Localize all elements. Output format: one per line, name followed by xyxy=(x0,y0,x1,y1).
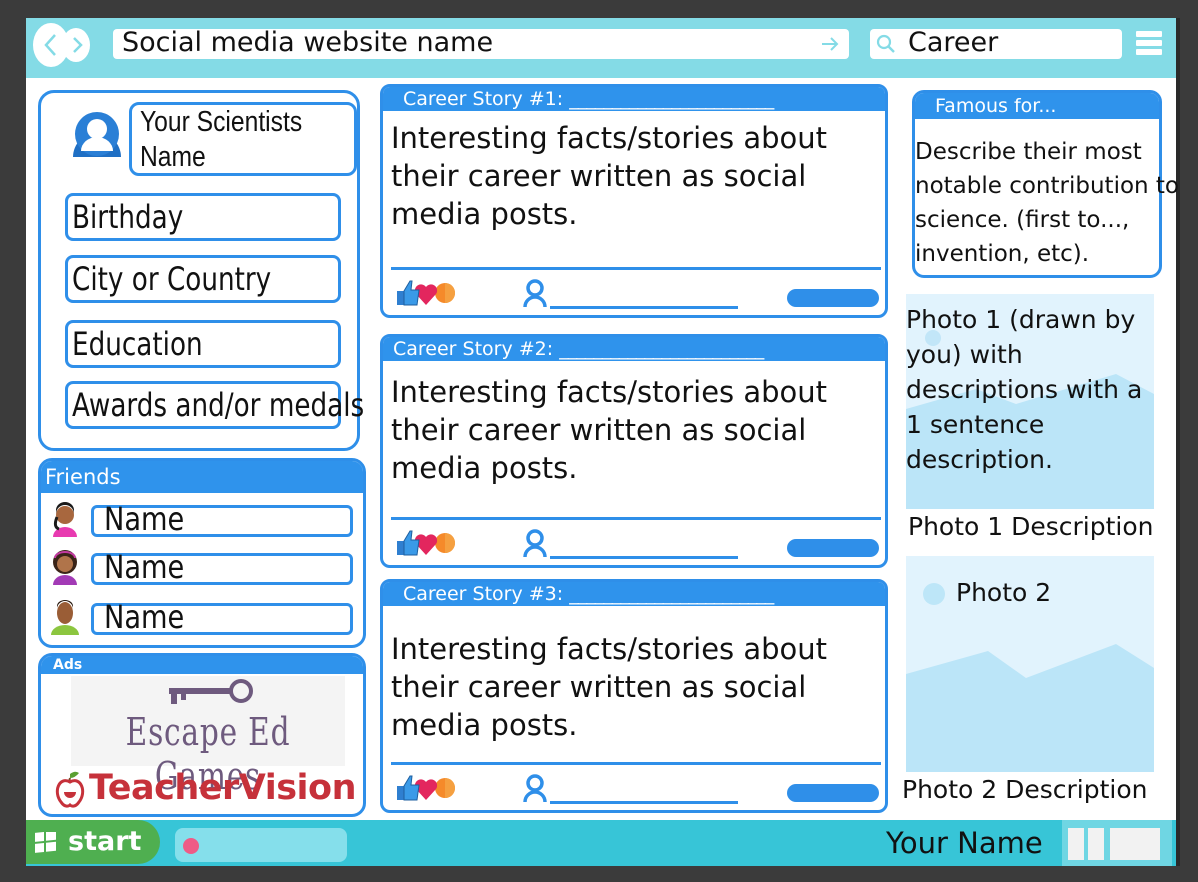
friend-avatar-icon xyxy=(53,550,77,585)
back-button[interactable] xyxy=(33,23,69,67)
scientist-name-text: Your Scientists Name xyxy=(140,106,303,173)
reactions-icon[interactable] xyxy=(395,772,457,802)
post-divider xyxy=(391,762,881,765)
photo-2-label: Photo 2 xyxy=(956,578,1052,607)
taskbar: start Your Name xyxy=(26,820,1176,866)
post-body: Interesting facts/stories about their ca… xyxy=(391,121,828,231)
photo-1-description[interactable]: Photo 1 Description xyxy=(908,512,1154,541)
city-country-field[interactable]: City or Country xyxy=(65,255,341,303)
post-title: Career Story #1: xyxy=(403,88,564,110)
career-story-post: Career Story #2: _______________________… xyxy=(380,334,888,568)
system-tray xyxy=(1062,820,1172,866)
chevron-left-icon xyxy=(44,34,56,56)
comment-line[interactable] xyxy=(550,306,738,309)
famous-for-title: Famous for... xyxy=(915,93,1159,119)
education-field[interactable]: Education xyxy=(65,320,341,368)
photo-2-description[interactable]: Photo 2 Description xyxy=(902,775,1148,804)
education-label: Education xyxy=(72,325,203,363)
post-action-button[interactable] xyxy=(787,539,879,557)
user-icon xyxy=(523,774,547,802)
start-button[interactable]: start xyxy=(26,820,160,864)
record-dot-icon xyxy=(183,838,199,854)
comment-line[interactable] xyxy=(550,801,738,804)
ads-title: Ads xyxy=(41,656,363,674)
scientist-name-field[interactable]: Your Scientists Name xyxy=(129,102,357,176)
friend-name-field[interactable]: Name xyxy=(91,548,353,586)
tray-icon[interactable] xyxy=(1088,828,1104,860)
famous-for-body[interactable]: Describe their most notable contribution… xyxy=(915,135,1185,271)
browser-toolbar: Social media website name Career xyxy=(26,18,1176,78)
comment-line[interactable] xyxy=(550,556,738,559)
tray-icon[interactable] xyxy=(1068,828,1084,860)
search-icon xyxy=(876,34,895,53)
apple-icon xyxy=(55,771,85,808)
friend-name-field[interactable]: Name xyxy=(91,500,353,538)
friend-avatar-icon xyxy=(53,502,77,537)
teachervision-logo: TeacherVision xyxy=(89,768,357,808)
taskbar-app-button[interactable] xyxy=(175,828,347,862)
career-story-post: Career Story #3: _______________________… xyxy=(380,579,888,813)
post-body: Interesting facts/stories about their ca… xyxy=(391,632,828,742)
reactions-icon[interactable] xyxy=(395,277,457,307)
post-title-blank[interactable]: ________________________ xyxy=(569,583,774,605)
post-title: Career Story #2: xyxy=(393,338,554,360)
birthday-label: Birthday xyxy=(72,198,184,236)
arrow-right-icon[interactable] xyxy=(817,31,843,57)
profile-panel: Your Scientists Name Birthday City or Co… xyxy=(38,90,364,451)
app-window: Social media website name Career Your Sc… xyxy=(26,18,1180,866)
famous-for-panel: Famous for... Describe their most notabl… xyxy=(912,90,1179,278)
post-divider xyxy=(391,517,881,520)
tray-clock[interactable] xyxy=(1110,828,1160,860)
post-body: Interesting facts/stories about their ca… xyxy=(391,375,828,485)
friend-name: Name xyxy=(104,500,185,538)
friends-panel: Friends Name Name Name xyxy=(38,458,366,648)
user-name: Your Name xyxy=(886,826,1043,860)
windows-logo-icon xyxy=(35,832,56,853)
post-title-blank[interactable]: ________________________ xyxy=(569,88,774,110)
start-label: start xyxy=(68,826,142,857)
post-header: Career Story #2: _______________________… xyxy=(383,337,885,361)
career-story-post: Career Story #1: _______________________… xyxy=(380,84,888,318)
photo-1-placeholder[interactable]: Photo 1 (drawn by you) with descriptions… xyxy=(906,294,1154,509)
ads-panel: Ads Escape Ed Games TeacherVision xyxy=(38,653,366,817)
post-header: Career Story #1: _______________________… xyxy=(383,87,885,111)
post-action-button[interactable] xyxy=(787,784,879,802)
friend-item[interactable]: Name xyxy=(41,499,363,541)
friend-item[interactable]: Name xyxy=(41,597,363,639)
friend-name: Name xyxy=(104,598,185,636)
awards-field[interactable]: Awards and/or medals xyxy=(65,381,364,429)
post-title-blank[interactable]: ________________________ xyxy=(559,338,764,360)
friends-title: Friends xyxy=(41,461,363,493)
post-header: Career Story #3: _______________________… xyxy=(383,582,885,606)
hamburger-menu-icon[interactable] xyxy=(1136,31,1162,59)
teachervision-ad[interactable]: TeacherVision xyxy=(53,768,357,812)
post-divider xyxy=(391,267,881,270)
friend-avatar-icon xyxy=(51,600,79,635)
search-input-value: Career xyxy=(908,27,999,58)
post-title: Career Story #3: xyxy=(403,583,564,605)
user-icon xyxy=(523,279,547,307)
user-avatar-icon xyxy=(73,112,121,157)
friend-item[interactable]: Name xyxy=(41,547,363,589)
user-icon xyxy=(523,529,547,557)
city-country-label: City or Country xyxy=(72,260,272,298)
birthday-field[interactable]: Birthday xyxy=(65,193,341,241)
photo-2-placeholder[interactable]: Photo 2 xyxy=(906,556,1154,772)
post-action-button[interactable] xyxy=(787,289,879,307)
key-icon xyxy=(169,679,253,704)
address-bar[interactable]: Social media website name xyxy=(113,27,849,59)
photo-1-instructions: Photo 1 (drawn by you) with descriptions… xyxy=(906,305,1143,474)
search-input[interactable]: Career xyxy=(870,27,1122,59)
friend-name: Name xyxy=(104,548,185,586)
friend-name-field[interactable]: Name xyxy=(91,598,353,636)
awards-label: Awards and/or medals xyxy=(72,386,365,424)
address-bar-text: Social media website name xyxy=(122,27,494,58)
escape-ed-games-ad[interactable]: Escape Ed Games xyxy=(71,676,345,798)
reactions-icon[interactable] xyxy=(395,527,457,557)
